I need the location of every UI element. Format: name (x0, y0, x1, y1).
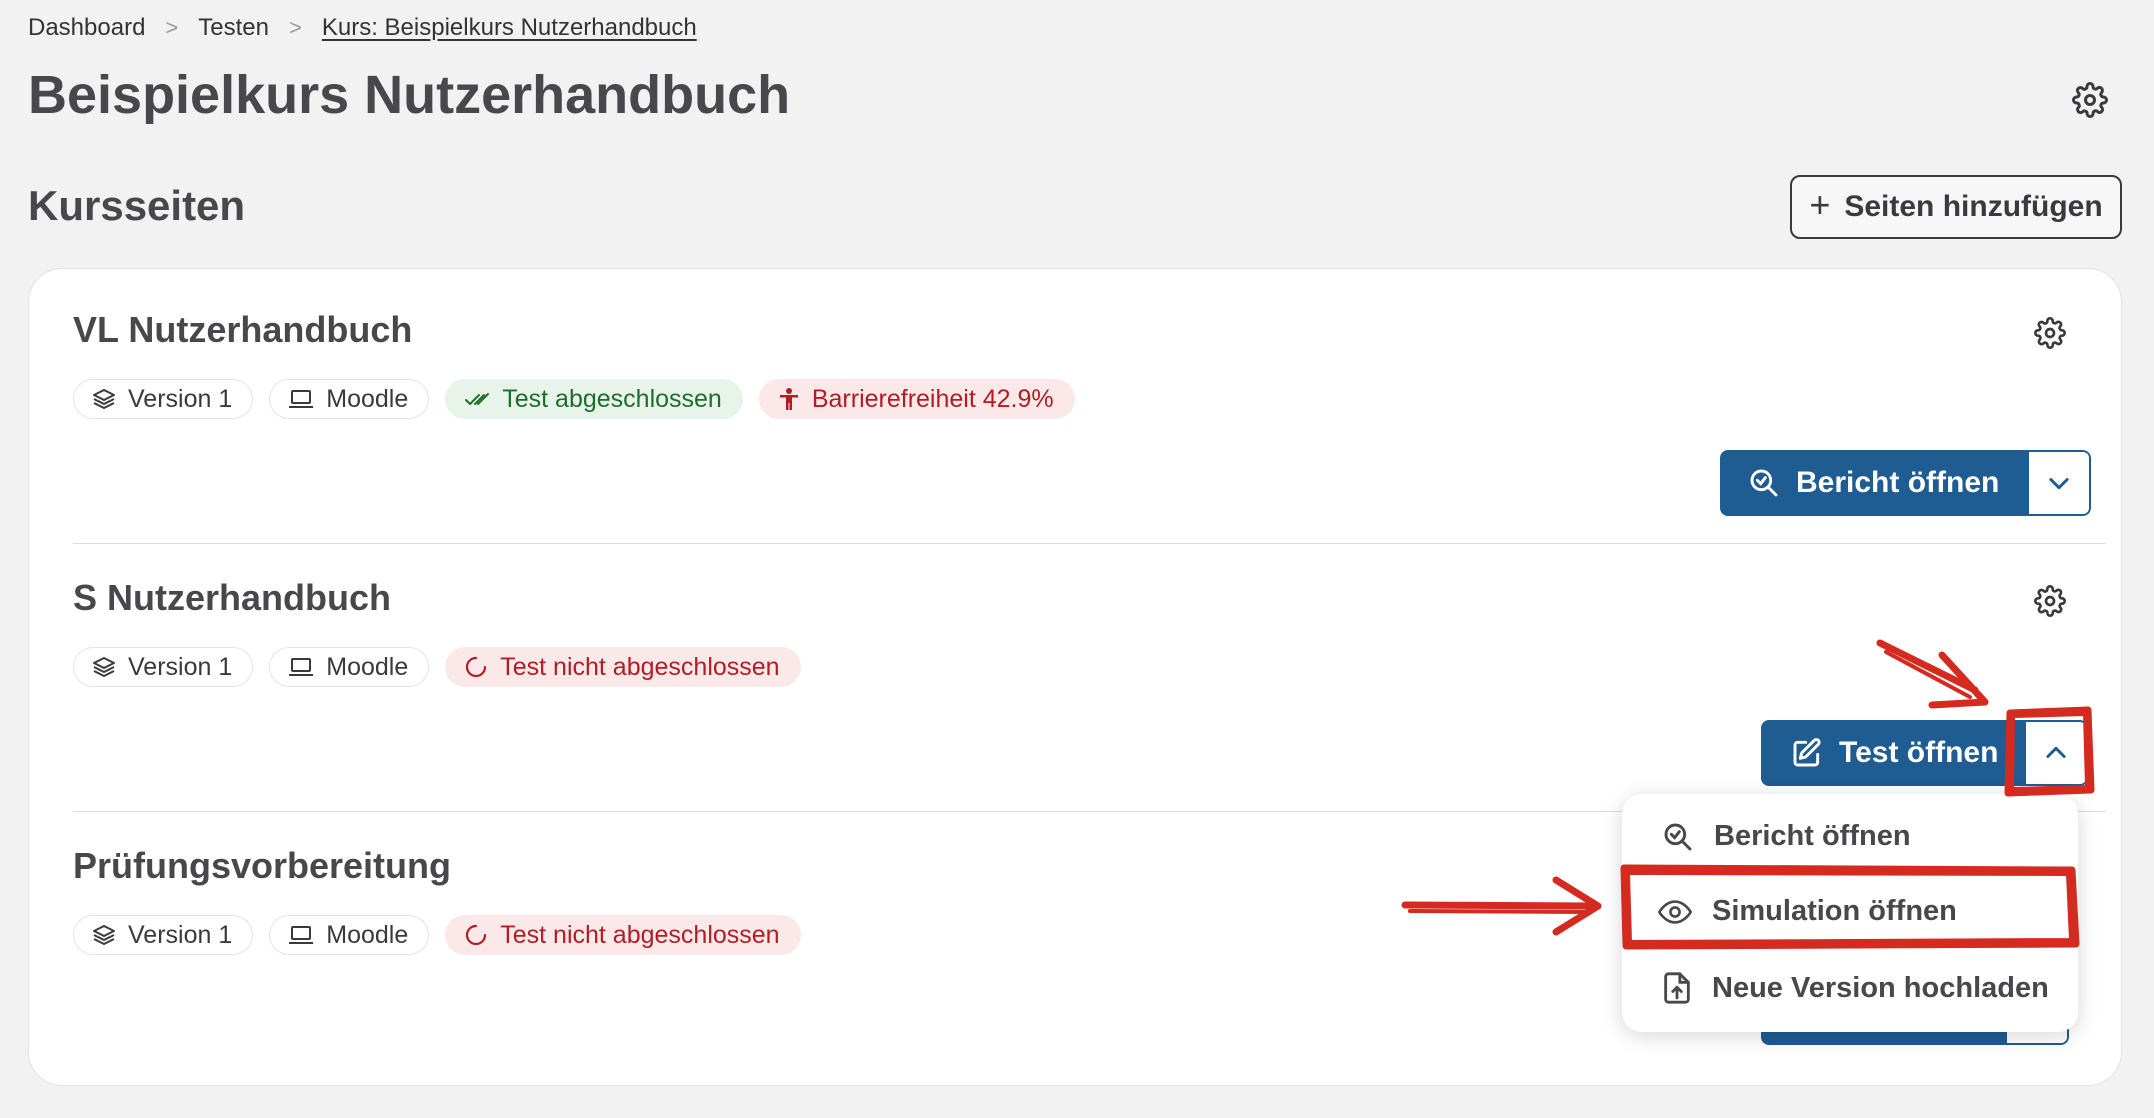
open-report-button[interactable]: Bericht öffnen (1720, 450, 2030, 516)
menu-item-label: Bericht öffnen (1714, 820, 1911, 852)
loading-spinner-icon (466, 924, 487, 946)
test-status-label: Test nicht abgeschlossen (500, 920, 780, 949)
gear-icon[interactable] (2034, 585, 2066, 617)
breadcrumb-separator: > (165, 15, 179, 40)
menu-item-upload-version[interactable]: Neue Version hochladen (1662, 971, 2049, 1005)
platform-tag-label: Moodle (326, 652, 409, 681)
breadcrumb-testen[interactable]: Testen (198, 14, 269, 42)
test-status-tag: Test nicht abgeschlossen (445, 915, 801, 955)
platform-tag: Moodle (269, 647, 430, 687)
edit-icon (1793, 738, 1821, 767)
breadcrumb-dashboard[interactable]: Dashboard (28, 14, 145, 42)
eye-icon (1658, 899, 1692, 924)
version-tag: Version 1 (73, 647, 254, 687)
plus-icon: + (1809, 184, 1831, 225)
course-settings-gear-icon[interactable] (2072, 82, 2108, 118)
course-item: VL Nutzerhandbuch Version 1 Moodle Test … (73, 309, 2106, 469)
platform-tag-label: Moodle (326, 384, 409, 413)
file-upload-icon (1664, 972, 1690, 1004)
accessibility-tag: Barrierefreiheit 42.9% (758, 379, 1075, 419)
add-pages-button[interactable]: + Seiten hinzufügen (1790, 175, 2122, 239)
test-status-label: Test nicht abgeschlossen (500, 652, 780, 681)
menu-item-open-report[interactable]: Bericht öffnen (1662, 820, 1911, 853)
version-tag-label: Version 1 (128, 384, 233, 413)
course-item: S Nutzerhandbuch Version 1 Moodle Test n… (73, 577, 2106, 737)
breadcrumb: Dashboard > Testen > Kurs: Beispielkurs … (28, 14, 697, 42)
layers-icon (93, 657, 115, 677)
open-report-label: Bericht öffnen (1796, 466, 2000, 499)
laptop-icon (289, 658, 314, 676)
course-title: S Nutzerhandbuch (73, 577, 392, 618)
divider (73, 543, 2106, 544)
version-tag: Version 1 (73, 379, 254, 419)
tag-list: Version 1 Moodle Test nicht abgeschlosse… (73, 915, 801, 955)
breadcrumb-current[interactable]: Kurs: Beispielkurs Nutzerhandbuch (322, 14, 697, 42)
platform-tag: Moodle (269, 379, 430, 419)
report-split-button: Bericht öffnen (1720, 450, 2092, 516)
test-status-label: Test abgeschlossen (502, 384, 722, 413)
version-tag-label: Version 1 (128, 652, 233, 681)
test-status-tag: Test nicht abgeschlossen (445, 647, 801, 687)
gear-icon[interactable] (2034, 317, 2066, 349)
action-dropdown-menu: Bericht öffnen Simulation öffnen Neue Ve… (1622, 794, 2078, 1032)
version-tag: Version 1 (73, 915, 254, 955)
laptop-icon (289, 926, 314, 944)
breadcrumb-separator: > (289, 15, 302, 40)
layers-icon (93, 389, 115, 409)
platform-tag: Moodle (269, 915, 430, 955)
section-title: Kursseiten (28, 182, 246, 229)
double-check-icon (465, 393, 490, 405)
page-title: Beispielkurs Nutzerhandbuch (28, 65, 791, 125)
version-tag-label: Version 1 (128, 920, 233, 949)
page: Dashboard > Testen > Kurs: Beispielkurs … (0, 0, 2154, 1118)
test-split-button: Test öffnen (1761, 720, 2089, 786)
menu-item-open-simulation[interactable]: Simulation öffnen (1658, 895, 1957, 928)
loading-spinner-icon (466, 656, 487, 678)
course-title: Prüfungsvorbereitung (73, 845, 452, 886)
menu-item-label: Simulation öffnen (1712, 895, 1957, 927)
report-dropdown-toggle[interactable] (2029, 450, 2092, 516)
chevron-up-icon (2046, 746, 2067, 758)
test-dropdown-toggle[interactable] (2026, 720, 2089, 786)
tag-list: Version 1 Moodle Test abgeschlossen Barr… (73, 379, 1075, 419)
course-title: VL Nutzerhandbuch (73, 309, 413, 350)
chevron-down-icon (2049, 478, 2069, 490)
laptop-icon (289, 390, 314, 408)
tag-list: Version 1 Moodle Test nicht abgeschlosse… (73, 647, 801, 687)
search-report-icon (1750, 469, 1778, 497)
accessibility-label: Barrierefreiheit 42.9% (811, 384, 1054, 413)
add-pages-label: Seiten hinzufügen (1844, 190, 2103, 223)
open-test-button[interactable]: Test öffnen (1761, 720, 2027, 786)
test-status-tag: Test abgeschlossen (445, 379, 743, 419)
accessibility-icon (779, 388, 798, 410)
open-test-label: Test öffnen (1839, 736, 1999, 769)
search-report-icon (1664, 823, 1692, 850)
menu-item-label: Neue Version hochladen (1712, 971, 2049, 1004)
platform-tag-label: Moodle (326, 920, 409, 949)
layers-icon (93, 925, 115, 945)
